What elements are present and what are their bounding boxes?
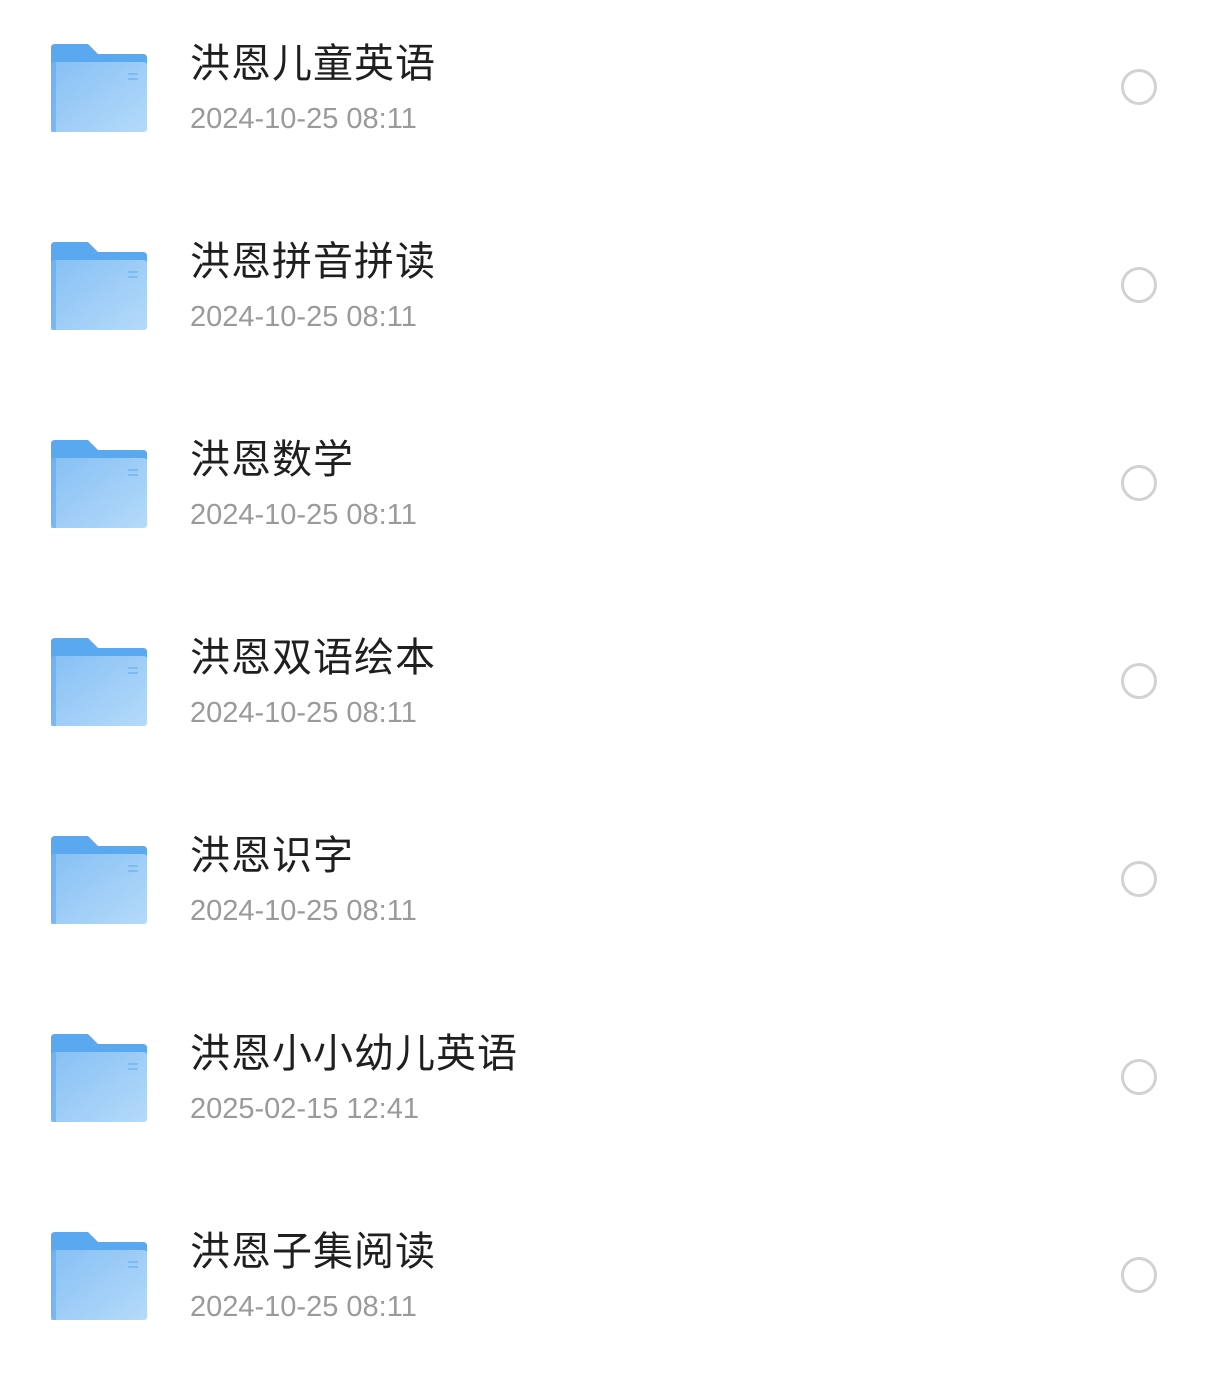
folder-icon (48, 438, 150, 530)
folder-icon (48, 42, 150, 134)
folder-icon (48, 1032, 150, 1124)
folder-icon (48, 1230, 150, 1322)
file-name: 洪恩儿童英语 (190, 41, 436, 87)
folder-icon (48, 834, 150, 926)
file-date: 2024-10-25 08:11 (190, 697, 417, 729)
file-date: 2024-10-25 08:11 (190, 301, 417, 333)
folder-icon (48, 240, 150, 332)
file-row[interactable]: 洪恩小小幼儿英语 2025-02-15 12:41 (0, 990, 1220, 1188)
file-date: 2024-10-25 08:11 (190, 499, 417, 531)
file-row[interactable]: 洪恩数学 2024-10-25 08:11 (0, 396, 1220, 594)
file-name: 洪恩拼音拼读 (190, 239, 436, 285)
file-date: 2024-10-25 08:11 (190, 1291, 417, 1323)
file-name: 洪恩数学 (190, 437, 354, 483)
file-date: 2024-10-25 08:11 (190, 895, 417, 927)
select-radio-icon[interactable] (1121, 267, 1157, 303)
file-name: 洪恩识字 (190, 833, 354, 879)
select-radio-icon[interactable] (1121, 663, 1157, 699)
select-radio-icon[interactable] (1121, 465, 1157, 501)
file-name: 洪恩双语绘本 (190, 635, 436, 681)
file-row[interactable]: 洪恩子集阅读 2024-10-25 08:11 (0, 1188, 1220, 1386)
folder-icon (48, 636, 150, 728)
select-radio-icon[interactable] (1121, 69, 1157, 105)
file-date: 2024-10-25 08:11 (190, 103, 417, 135)
select-radio-icon[interactable] (1121, 1257, 1157, 1293)
file-row[interactable]: 洪恩识字 2024-10-25 08:11 (0, 792, 1220, 990)
select-radio-icon[interactable] (1121, 1059, 1157, 1095)
select-radio-icon[interactable] (1121, 861, 1157, 897)
file-name: 洪恩小小幼儿英语 (190, 1031, 518, 1077)
file-row[interactable]: 洪恩儿童英语 2024-10-25 08:11 (0, 0, 1220, 198)
file-name: 洪恩子集阅读 (190, 1229, 436, 1275)
file-date: 2025-02-15 12:41 (190, 1093, 419, 1125)
file-row[interactable]: 洪恩拼音拼读 2024-10-25 08:11 (0, 198, 1220, 396)
file-row[interactable]: 洪恩双语绘本 2024-10-25 08:11 (0, 594, 1220, 792)
